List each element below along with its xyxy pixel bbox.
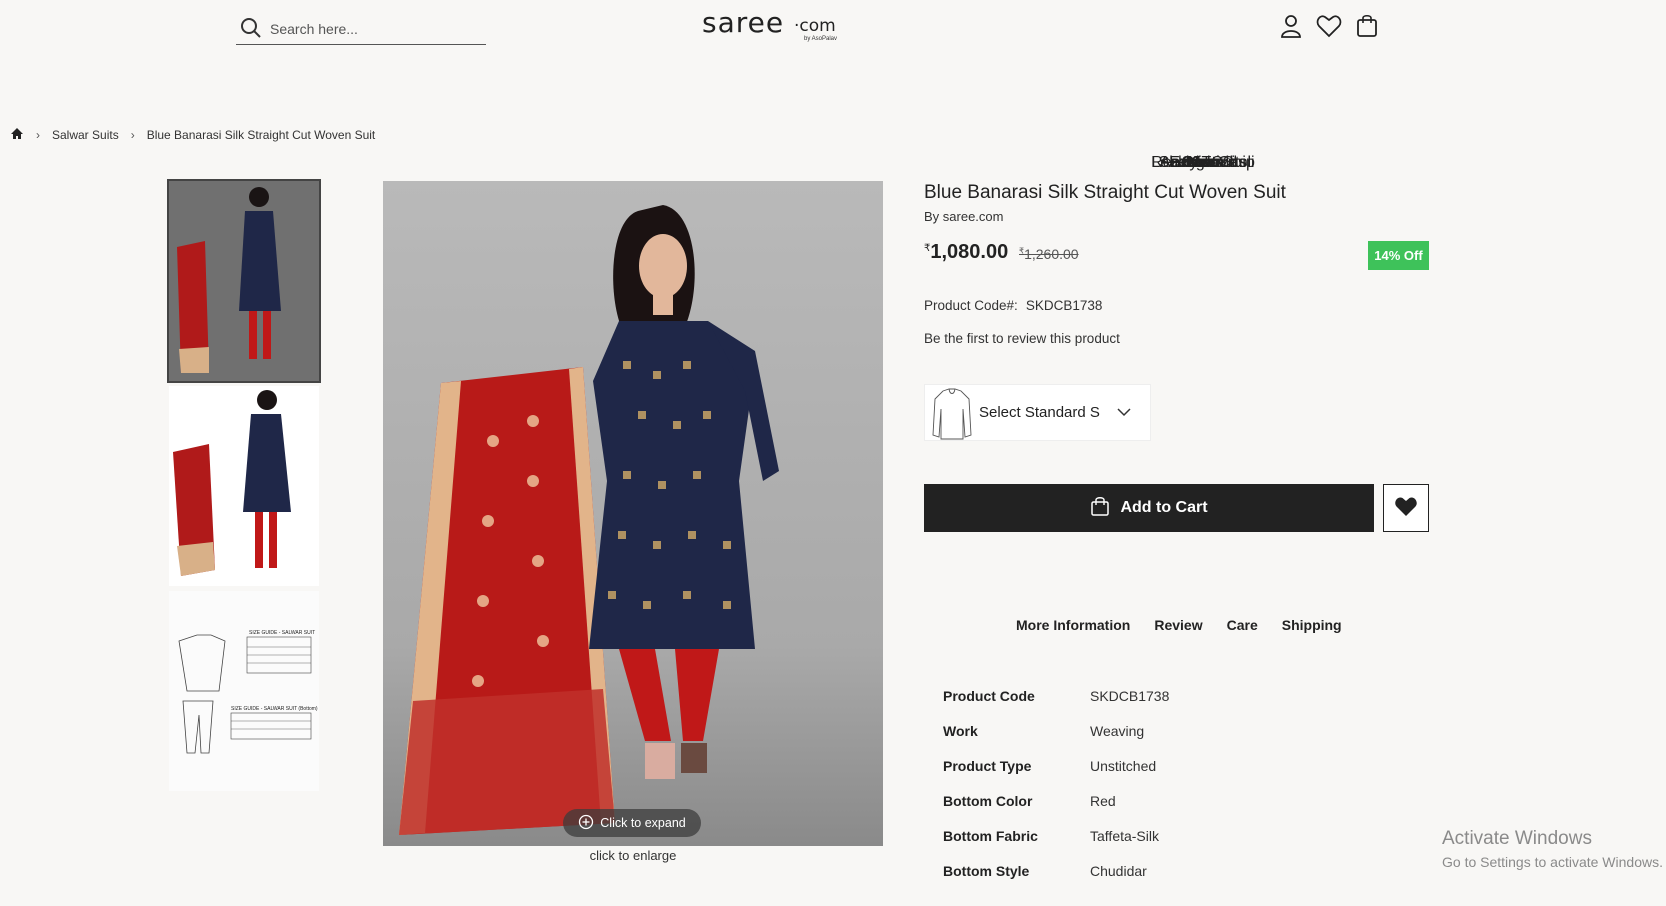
size-select-label: Select Standard S xyxy=(979,404,1100,421)
specs-table: Product Code SKDCB1738 Work Weaving Product … xyxy=(943,688,1169,898)
spec-key: Bottom Style xyxy=(943,863,1030,879)
spec-row: Bottom Color Red xyxy=(943,793,1169,828)
breadcrumb-separator: › xyxy=(36,128,40,142)
spec-key: Product Type xyxy=(943,758,1032,774)
watermark-subtitle: Go to Settings to activate Windows. xyxy=(1442,854,1663,870)
price-value: 1,080.00 xyxy=(930,241,1009,263)
size-guide-top-label: SIZE GUIDE - SALWAR SUIT xyxy=(249,630,315,636)
spec-value: Weaving xyxy=(1090,723,1145,739)
spec-key: Work xyxy=(943,723,978,739)
spec-row: Bottom Fabric Taffeta-Silk xyxy=(943,828,1169,863)
spec-row: Work Weaving xyxy=(943,723,1169,758)
currency-symbol: ₹ xyxy=(924,243,931,254)
search-icon[interactable] xyxy=(240,17,262,44)
spec-key: Product Code xyxy=(943,688,1035,704)
spec-key: Bottom Color xyxy=(943,793,1033,809)
thumbnail-size-guide[interactable]: SIZE GUIDE - SALWAR SUIT SIZE GUIDE - SA… xyxy=(169,591,319,791)
search-input[interactable] xyxy=(270,18,470,40)
activate-windows-watermark: Activate Windows Go to Settings to activ… xyxy=(1442,828,1663,870)
wishlist-icon[interactable] xyxy=(1316,13,1342,39)
breadcrumb-category[interactable]: Salwar Suits xyxy=(52,128,119,142)
search-bar[interactable] xyxy=(236,14,486,45)
spec-value: Red xyxy=(1090,793,1116,809)
tab-care[interactable]: Care xyxy=(1227,617,1258,633)
product-tabs: More Information Review Care Shipping xyxy=(1016,617,1342,633)
logo-byline: by AsoPalav xyxy=(804,36,838,42)
spec-row: Bottom Style Chudidar xyxy=(943,863,1169,898)
breadcrumb-current: Blue Banarasi Silk Straight Cut Woven Su… xyxy=(146,128,376,142)
expand-icon xyxy=(578,814,594,833)
watermark-title: Activate Windows xyxy=(1442,828,1592,849)
site-logo[interactable]: saree ·com by AsoPalav xyxy=(702,6,852,46)
write-review-link[interactable]: Be the first to review this product xyxy=(924,331,1120,346)
product-price: ₹1,080.00 xyxy=(924,241,1008,264)
header-icons xyxy=(1278,13,1380,39)
thumbnail-back[interactable] xyxy=(169,386,319,586)
heart-icon xyxy=(1394,495,1418,522)
chevron-down-icon xyxy=(1117,404,1131,422)
product-byline: By saree.com xyxy=(924,209,1004,224)
thumbnail-front[interactable] xyxy=(167,179,321,383)
discount-badge: 14% Off xyxy=(1368,241,1429,270)
spec-value: SKDCB1738 xyxy=(1090,688,1170,704)
product-code-label: Product Code#: xyxy=(924,298,1018,313)
logo-text: saree xyxy=(702,6,785,39)
main-product-image[interactable]: Click to expand xyxy=(383,181,883,846)
breadcrumb: › Salwar Suits › Blue Banarasi Silk Stra… xyxy=(10,127,375,143)
tab-review[interactable]: Review xyxy=(1154,617,1202,633)
expand-label: Click to expand xyxy=(600,816,686,830)
spec-value: Taffeta-Silk xyxy=(1090,828,1159,844)
spec-row: Product Code SKDCB1738 xyxy=(943,688,1169,723)
nav-item-ready-to-ship[interactable]: Ready To Ship xyxy=(370,154,1666,172)
tab-shipping[interactable]: Shipping xyxy=(1282,617,1342,633)
click-to-expand-button[interactable]: Click to expand xyxy=(563,809,701,837)
spec-value: Chudidar xyxy=(1090,863,1147,879)
cart-icon[interactable] xyxy=(1354,13,1380,39)
product-code-value: SKDCB1738 xyxy=(1025,298,1103,313)
logo-suffix: ·com xyxy=(794,16,836,36)
product-code: Product Code#: SKDCB1738 xyxy=(924,298,1102,313)
home-icon[interactable] xyxy=(10,127,24,143)
original-price-value: 1,260.00 xyxy=(1024,246,1079,262)
spec-value: Unstitched xyxy=(1090,758,1157,774)
spec-row: Product Type Unstitched xyxy=(943,758,1169,793)
breadcrumb-separator: › xyxy=(130,128,135,142)
original-price: ₹1,260.00 xyxy=(1019,246,1079,262)
add-to-wishlist-button[interactable] xyxy=(1383,484,1429,532)
shopping-bag-icon xyxy=(1090,496,1110,521)
enlarge-caption: click to enlarge xyxy=(589,848,677,863)
spec-key: Bottom Fabric xyxy=(943,828,1038,844)
add-to-cart-label: Add to Cart xyxy=(1120,499,1208,516)
product-title: Blue Banarasi Silk Straight Cut Woven Su… xyxy=(924,182,1286,203)
add-to-cart-button[interactable]: Add to Cart xyxy=(924,484,1374,532)
size-select-dropdown[interactable]: Select Standard S xyxy=(924,384,1151,441)
account-icon[interactable] xyxy=(1278,13,1304,39)
size-guide-bottom-label: SIZE GUIDE - SALWAR SUIT (Bottom) xyxy=(231,706,318,712)
tab-more-information[interactable]: More Information xyxy=(1016,617,1130,633)
kurta-outline-icon xyxy=(925,385,979,440)
